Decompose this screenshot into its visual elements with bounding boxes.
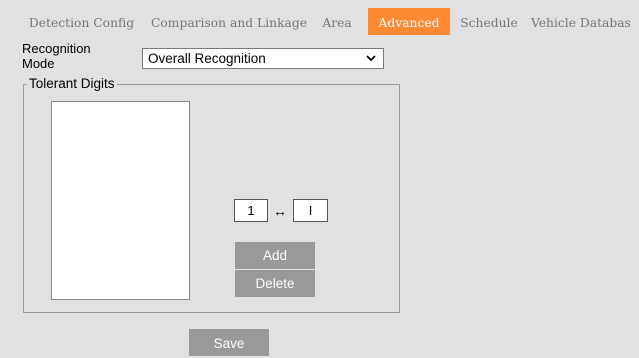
recognition-mode-value: Overall Recognition [148, 51, 266, 66]
tab-detection-config[interactable]: Detection Config [15, 8, 148, 35]
tab-advanced[interactable]: Advanced [368, 8, 450, 35]
recognition-mode-label-line2: Mode [22, 56, 55, 71]
recognition-mode-select[interactable]: Overall Recognition [142, 48, 384, 69]
char-to-input[interactable]: I [293, 199, 328, 222]
tab-area[interactable]: Area [310, 8, 364, 35]
recognition-mode-label-line1: Recognition [22, 41, 91, 56]
left-right-arrow-icon: ↔ [273, 203, 287, 219]
add-button[interactable]: Add [235, 242, 315, 269]
save-button[interactable]: Save [189, 329, 269, 356]
recognition-mode-label: Recognition Mode [22, 41, 91, 71]
tab-schedule[interactable]: Schedule [452, 8, 526, 35]
tolerant-digits-listbox[interactable] [51, 101, 190, 300]
chevron-down-icon [366, 55, 376, 62]
tab-vehicle-database[interactable]: Vehicle Databas [531, 8, 639, 35]
char-from-input[interactable]: 1 [234, 199, 268, 222]
tab-comparison-and-linkage[interactable]: Comparison and Linkage [150, 8, 308, 35]
tab-bar: Detection Config Comparison and Linkage … [0, 0, 639, 35]
tolerant-digits-legend: Tolerant Digits [29, 76, 115, 91]
delete-button[interactable]: Delete [235, 270, 315, 297]
